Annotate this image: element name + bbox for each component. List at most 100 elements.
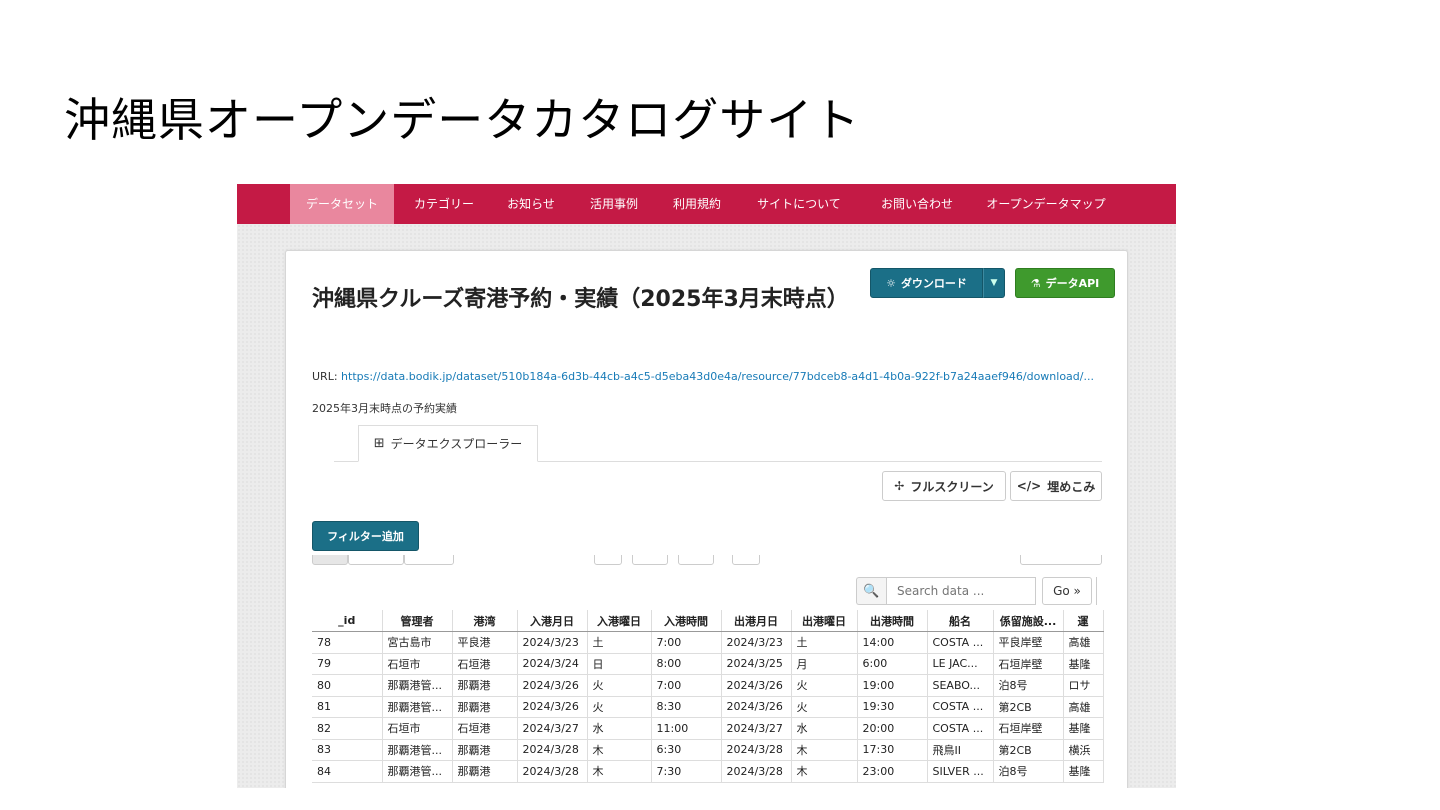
toolbar-edge [1096,577,1097,605]
pager-prev[interactable] [594,555,622,565]
grid-cell: 石垣港 [452,717,518,740]
record-count [462,555,582,565]
grid-cell: 泊8号 [993,760,1064,783]
grid-cell: 高雄 [1063,696,1104,718]
grid-cell: 8:00 [651,653,722,675]
data-api-button[interactable]: ⚗ データAPI [1015,268,1115,298]
grid-cell: 2024/3/28 [517,739,588,761]
grid-column-header[interactable]: 運 [1063,610,1104,632]
caret-down-icon: ▼ [990,278,998,288]
view-toggle-graph[interactable] [348,555,404,565]
download-icon: ☼ [886,276,896,290]
grid-cell: 7:00 [651,631,722,654]
view-toggle-map[interactable] [404,555,454,565]
grid-cell: 2024/3/24 [517,653,588,675]
grid-cell: 6:00 [857,653,928,675]
fullscreen-button[interactable]: ✢ フルスクリーン [882,471,1006,501]
grid-cell: 那覇港 [452,739,518,761]
pager-to[interactable] [678,555,714,565]
grid-cell: 2024/3/26 [721,674,792,697]
search-input[interactable] [886,577,1036,605]
grid-cell: 土 [791,631,858,654]
view-toggle-grid[interactable] [312,555,348,565]
grid-cell: COSTA ... [927,631,994,654]
grid-column-header[interactable]: 出港時間 [857,610,928,632]
grid-cell: 19:30 [857,696,928,718]
add-filter-button[interactable]: フィルター追加 [312,521,419,551]
grid-cell: 木 [791,760,858,783]
filter-toggle[interactable] [1020,555,1102,565]
grid-cell: 78 [312,631,383,654]
grid-cell: 高雄 [1063,631,1104,654]
grid-cell: 石垣岸壁 [993,653,1064,675]
grid-cell: 那覇港管... [382,674,453,697]
tab-data-explorer[interactable]: ⊞ データエクスプローラー [358,425,538,462]
grid-cell: 火 [587,674,652,697]
grid-cell: 木 [791,739,858,761]
grid-cell: 2024/3/28 [721,760,792,783]
code-icon: </> [1016,479,1042,493]
grid-cell: 2024/3/26 [517,674,588,697]
embed-button[interactable]: </> 埋めこみ [1010,471,1102,501]
grid-cell: 2024/3/28 [517,760,588,783]
grid-column-header[interactable]: 入港曜日 [587,610,652,632]
grid-cell: 横浜 [1063,739,1104,761]
resource-url-line: URL: https://data.bodik.jp/dataset/510b1… [312,370,1094,383]
grid-cell: 那覇港管... [382,739,453,761]
nav-item-about[interactable]: サイトについて [749,184,849,224]
resource-url-link[interactable]: https://data.bodik.jp/dataset/510b184a-6… [341,370,1094,383]
grid-cell: 14:00 [857,631,928,654]
grid-cell: 83 [312,739,383,761]
download-dropdown-toggle[interactable]: ▼ [983,268,1005,298]
pager-from[interactable] [632,555,668,565]
grid-cell: 2024/3/27 [721,717,792,740]
grid-cell: 火 [791,674,858,697]
search-go-button[interactable]: Go » [1042,577,1092,605]
table-row: 79 石垣市 石垣港 2024/3/24 日 8:00 2024/3/25 月 6:00 LE J… [312,653,1104,675]
grid-cell: 火 [791,696,858,718]
grid-cell: 石垣市 [382,717,453,740]
grid-cell: 土 [587,631,652,654]
resource-description: 2025年3月末時点の予約実績 [312,402,457,415]
grid-column-header[interactable]: 船名 [927,610,994,632]
pager-next[interactable] [732,555,760,565]
nav-item-datasets[interactable]: データセット [290,184,394,224]
grid-cell: 20:00 [857,717,928,740]
nav-item-categories[interactable]: カテゴリー [400,184,488,224]
resource-card: 沖縄県クルーズ寄港予約・実績（2025年3月末時点） ☼ ダウンロード ▼ ⚗ … [285,250,1128,788]
grid-cell: 19:00 [857,674,928,697]
grid-column-header[interactable]: 港湾 [452,610,518,632]
grid-cell: 80 [312,674,383,697]
grid-cell: 木 [587,739,652,761]
grid-cell: 石垣港 [452,653,518,675]
grid-cell: 飛鳥II [927,739,994,761]
grid-column-header[interactable]: 入港時間 [651,610,722,632]
grid-column-header[interactable]: 出港月日 [721,610,792,632]
table-row: 80 那覇港管... 那覇港 2024/3/26 火 7:00 2024/3/26 火 19:0… [312,674,1104,697]
view-switcher-cut-off [312,555,1102,569]
data-grid: _id 管理者 港湾 入港月日 入港曜日 入港時間 出港月日 出港曜日 出港時間 船名 係留施設..… [312,610,1127,788]
table-icon: ⊞ [373,436,385,451]
grid-cell: 基隆 [1063,760,1104,783]
grid-cell: 7:30 [651,760,722,783]
download-button[interactable]: ☼ ダウンロード [870,268,983,298]
grid-column-header[interactable]: 入港月日 [517,610,588,632]
grid-column-header[interactable]: 出港曜日 [791,610,858,632]
grid-cell: 2024/3/23 [517,631,588,654]
nav-item-contact[interactable]: お問い合わせ [867,184,967,224]
nav-item-news[interactable]: お知らせ [499,184,563,224]
grid-column-header[interactable]: 管理者 [382,610,453,632]
grid-column-header[interactable]: 係留施設... [993,610,1064,632]
grid-cell: 2024/3/23 [721,631,792,654]
site-navbar: データセット カテゴリー お知らせ 活用事例 利用規約 サイトについて お問い合… [237,184,1176,224]
browser-screenshot: データセット カテゴリー お知らせ 活用事例 利用規約 サイトについて お問い合… [237,184,1176,788]
nav-item-terms[interactable]: 利用規約 [665,184,729,224]
grid-cell: 7:00 [651,674,722,697]
nav-item-opendata-map[interactable]: オープンデータマップ [981,184,1111,224]
grid-cell: 水 [791,717,858,740]
grid-column-header[interactable]: _id [312,610,383,632]
grid-cell: ロサ [1063,674,1104,697]
grid-cell: 平良岸壁 [993,631,1064,654]
grid-cell: 水 [587,717,652,740]
nav-item-use-cases[interactable]: 活用事例 [582,184,646,224]
